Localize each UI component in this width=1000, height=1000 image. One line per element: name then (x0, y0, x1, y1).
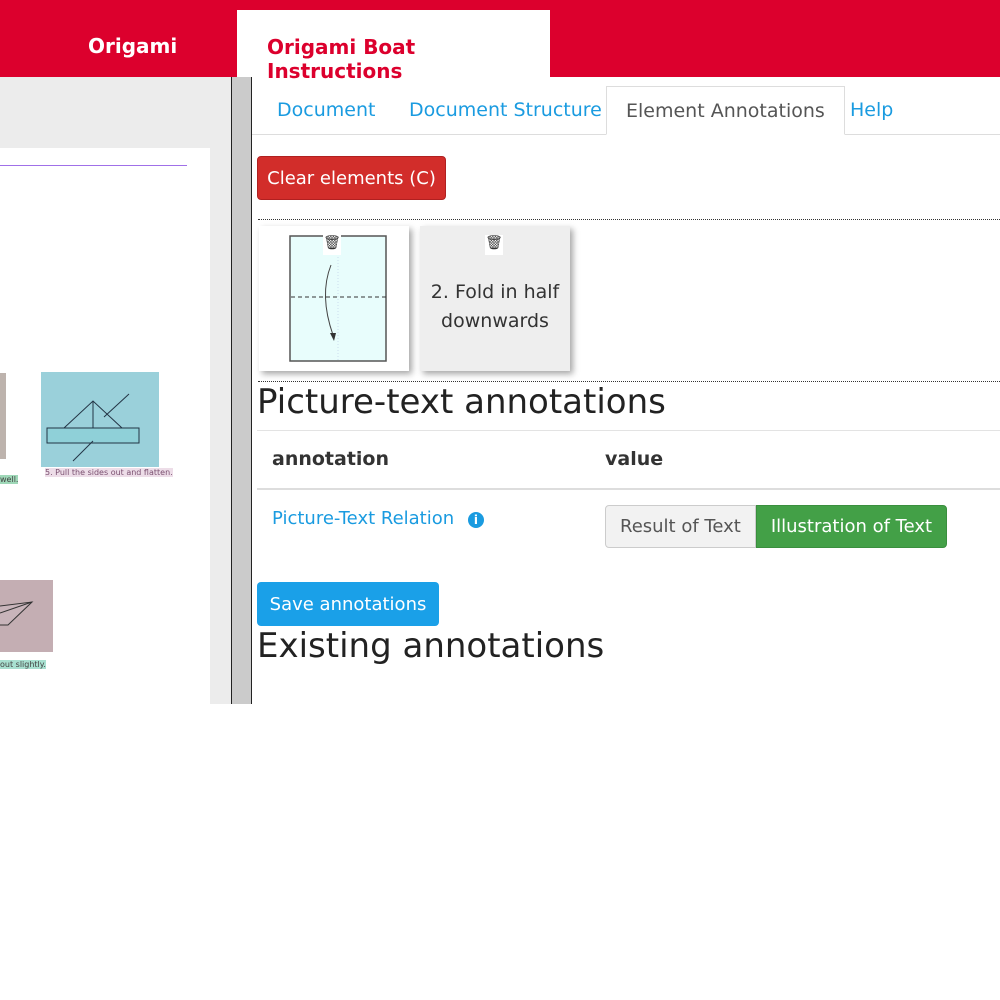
document-page: 5. Pull the sides out and flatten. well.… (0, 148, 210, 704)
table-rule (257, 430, 1000, 431)
element-card-text[interactable]: 🗑 2. Fold in half downwards (420, 226, 570, 371)
relation-toggle: Result of Text Illustration of Text (605, 505, 948, 548)
element-card-image[interactable]: 🗑 (259, 226, 409, 371)
step-image-5[interactable] (41, 372, 159, 467)
top-bar: Origami Origami Boat Instructions (0, 0, 1000, 83)
resize-handle[interactable] (231, 77, 252, 704)
page-rule (0, 165, 187, 166)
section-title: Picture-text annotations (257, 382, 666, 422)
clear-elements-button[interactable]: Clear elements (C) (257, 156, 446, 200)
element-text: 2. Fold in half downwards (430, 281, 560, 332)
document-panel: 5. Pull the sides out and flatten. well.… (0, 77, 231, 704)
result-of-text-option[interactable]: Result of Text (605, 505, 756, 548)
table-row: Picture-Text Relation i (272, 508, 484, 529)
document-tab[interactable]: Origami Boat Instructions (237, 10, 550, 83)
trash-icon[interactable]: 🗑 (485, 235, 503, 255)
section-title: Existing annotations (257, 626, 605, 666)
column-header: value (605, 448, 664, 470)
table-rule (257, 488, 1000, 490)
info-icon[interactable]: i (467, 512, 484, 528)
brand-link[interactable]: Origami (88, 34, 177, 58)
caption: out slightly. (0, 660, 46, 669)
trash-icon[interactable]: 🗑 (323, 235, 341, 255)
caption: 5. Pull the sides out and flatten. (45, 468, 173, 477)
divider (258, 219, 1000, 220)
step-image[interactable] (0, 373, 6, 459)
tab-bar: Document Document Structure Element Anno… (252, 86, 1000, 135)
save-annotations-button[interactable]: Save annotations (257, 582, 439, 626)
tab-element-annotations[interactable]: Element Annotations (606, 86, 845, 135)
tab-document-structure[interactable]: Document Structure (409, 86, 602, 135)
column-header: annotation (272, 448, 390, 470)
relation-link[interactable]: Picture-Text Relation (272, 508, 454, 529)
tab-document[interactable]: Document (277, 86, 375, 135)
tab-help[interactable]: Help (850, 86, 893, 135)
step-image[interactable] (0, 580, 53, 652)
illustration-of-text-option[interactable]: Illustration of Text (755, 505, 948, 548)
caption: well. (0, 475, 19, 484)
